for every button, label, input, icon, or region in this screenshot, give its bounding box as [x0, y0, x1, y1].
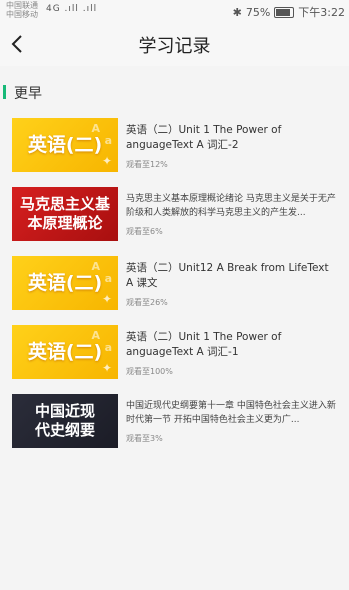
- item-title: 马克思主义基本原理概论绪论 马克思主义是关于无产阶级和人类解放的科学马克思主义的…: [126, 194, 336, 218]
- item-progress: 观看至100%: [126, 367, 173, 376]
- section-label: 更早: [14, 86, 42, 102]
- bluetooth-icon: ✱: [232, 5, 242, 19]
- battery-percent: 75%: [245, 5, 271, 19]
- course-thumbnail: A a ✦ 英语(二): [12, 256, 118, 310]
- history-list: A a ✦ 英语(二) 英语（二）Unit 1 The Power of ang…: [0, 112, 349, 457]
- list-item[interactable]: 马克思主义基本原理概论 马克思主义基本原理概论绪论 马克思主义是关于无产阶级和人…: [0, 181, 349, 250]
- status-bar: 中国联通 中国移动 4G .ıll .ıll ✱ 75% 下午3:22: [0, 0, 349, 22]
- thumbnail-text: 英语(二): [27, 272, 103, 294]
- status-right: ✱ 75% 下午3:22: [233, 4, 345, 20]
- star-icon: ✦: [101, 361, 112, 375]
- section-accent-bar: [3, 85, 6, 99]
- star-icon: ✦: [101, 292, 112, 306]
- nav-bar: 学习记录: [0, 22, 349, 66]
- list-item[interactable]: A a ✦ 英语(二) 英语（二）Unit 1 The Power of ang…: [0, 319, 349, 388]
- course-thumbnail: 马克思主义基本原理概论: [12, 187, 118, 241]
- battery-icon: [274, 6, 295, 18]
- carrier-line-1: 中国联通: [6, 1, 38, 10]
- thumbnail-text: 英语(二): [27, 341, 103, 363]
- item-title: 英语（二）Unit 1 The Power of anguageText A 词…: [126, 124, 282, 151]
- item-title: 英语（二）Unit 1 The Power of anguageText A 词…: [126, 331, 282, 358]
- course-thumbnail: A a ✦ 英语(二): [12, 118, 118, 172]
- carrier-info: 中国联通 中国移动: [6, 1, 38, 19]
- list-item[interactable]: A a ✦ 英语(二) 英语（二）Unit12 A Break from Lif…: [0, 250, 349, 319]
- page-title: 学习记录: [138, 36, 211, 57]
- course-thumbnail: 中国近现代史纲要: [12, 394, 118, 448]
- course-thumbnail: A a ✦ 英语(二): [12, 325, 118, 379]
- item-progress: 观看至6%: [126, 227, 163, 236]
- thumbnail-text: 英语(二): [27, 134, 103, 156]
- list-item[interactable]: A a ✦ 英语(二) 英语（二）Unit 1 The Power of ang…: [0, 112, 349, 181]
- thumbnail-text: 中国近现代史纲要: [34, 402, 95, 439]
- item-progress: 观看至12%: [126, 160, 168, 169]
- section-header: 更早: [0, 82, 349, 102]
- carrier-line-2: 中国移动: [6, 10, 38, 19]
- signal-icon: 4G .ıll .ıll: [46, 4, 98, 14]
- star-icon: ✦: [101, 154, 112, 168]
- item-progress: 观看至3%: [126, 434, 163, 443]
- item-title: 中国近现代史纲要第十一章 中国特色社会主义进入新时代第一节 开拓中国特色社会主义…: [126, 401, 336, 425]
- list-item[interactable]: 中国近现代史纲要 中国近现代史纲要第十一章 中国特色社会主义进入新时代第一节 开…: [0, 388, 349, 457]
- item-progress: 观看至26%: [126, 298, 168, 307]
- item-title: 英语（二）Unit12 A Break from LifeText A 课文: [126, 262, 329, 289]
- thumbnail-text: 马克思主义基本原理概论: [19, 195, 110, 232]
- clock: 下午3:22: [298, 6, 345, 19]
